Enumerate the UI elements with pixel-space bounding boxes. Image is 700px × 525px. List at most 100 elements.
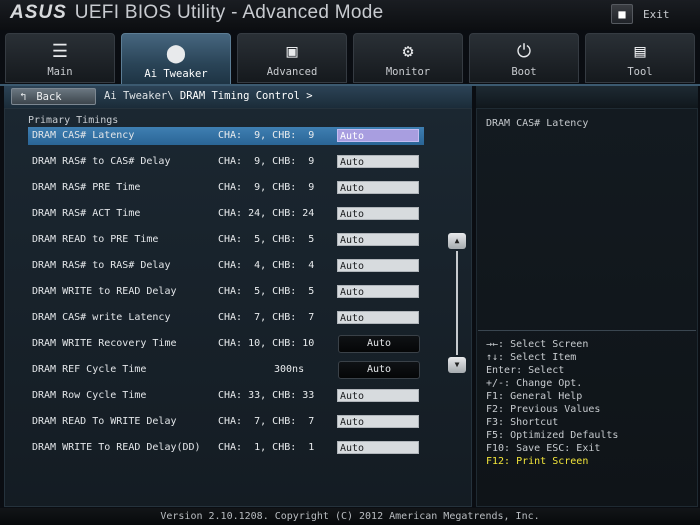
app-title: ASUS UEFI BIOS Utility - Advanced Mode (10, 2, 384, 24)
key-hint: F5: Optimized Defaults (486, 430, 619, 441)
key-hint: F1: General Help (486, 391, 583, 402)
setting-current-value: CHA: 33, CHB: 33 (218, 390, 315, 401)
scroll-down-button[interactable]: ▼ (448, 357, 466, 373)
setting-input[interactable]: Auto (337, 233, 419, 246)
setting-current-value: CHA: 10, CHB: 10 (218, 338, 315, 349)
help-divider (478, 330, 696, 331)
setting-row-write-to-read-dd[interactable]: DRAM WRITE To READ Delay(DD) CHA: 1, CHB… (28, 439, 424, 457)
window-title: UEFI BIOS Utility - Advanced Mode (74, 2, 384, 23)
setting-dropdown[interactable]: Auto (338, 361, 420, 379)
setting-current-value: CHA: 9, CHB: 9 (218, 182, 315, 193)
main-list-icon: ☰ (51, 41, 69, 62)
setting-row-read-to-write[interactable]: DRAM READ To WRITE Delay CHA: 7, CHB: 7 … (28, 413, 424, 431)
scrollbar-track[interactable] (456, 251, 458, 355)
setting-name: DRAM RAS# PRE Time (32, 182, 141, 193)
setting-name: DRAM READ To WRITE Delay (32, 416, 177, 427)
key-hint: Enter: Select (486, 365, 565, 376)
key-hint-print-screen: F12: Print Screen (486, 456, 589, 467)
back-arrow-icon: ↰ (20, 90, 27, 103)
exit-door-icon: ■ (611, 4, 633, 24)
key-legend: →←: Select Screen ↑↓: Select Item Enter:… (486, 338, 618, 468)
setting-name: DRAM RAS# to RAS# Delay (32, 260, 171, 271)
setting-row-ref-cycle[interactable]: DRAM REF Cycle Time 300ns Auto (28, 361, 424, 379)
key-hint: +/-: Change Opt. (486, 378, 583, 389)
setting-row-write-recovery[interactable]: DRAM WRITE Recovery Time CHA: 10, CHB: 1… (28, 335, 424, 353)
breadcrumb: Ai Tweaker\ DRAM Timing Control > (104, 90, 313, 102)
back-label: Back (36, 90, 62, 103)
asus-logo: ASUS (10, 2, 67, 23)
setting-input[interactable]: Auto (337, 207, 419, 220)
setting-input[interactable]: Auto (337, 441, 419, 454)
help-description: DRAM CAS# Latency (486, 118, 589, 129)
tab-ai-tweaker[interactable]: ⬤ Ai Tweaker (121, 33, 231, 85)
setting-current-value: CHA: 5, CHB: 5 (218, 286, 315, 297)
tool-icon: ▤ (634, 41, 646, 62)
exit-label: Exit (643, 7, 670, 21)
setting-name: DRAM WRITE Recovery Time (32, 338, 177, 349)
setting-row-ras-to-cas[interactable]: DRAM RAS# to CAS# Delay CHA: 9, CHB: 9 A… (28, 153, 424, 171)
setting-row-ras-to-ras[interactable]: DRAM RAS# to RAS# Delay CHA: 4, CHB: 4 A… (28, 257, 424, 275)
tab-monitor[interactable]: ⚙ Monitor (353, 33, 463, 83)
setting-input[interactable]: Auto (337, 155, 419, 168)
scroll-up-button[interactable]: ▲ (448, 233, 466, 249)
section-title: Primary Timings (28, 115, 119, 126)
setting-input[interactable]: Auto (337, 129, 419, 142)
setting-name: DRAM CAS# Latency (32, 130, 135, 141)
setting-current-value: CHA: 5, CHB: 5 (218, 234, 315, 245)
key-hint: F10: Save ESC: Exit (486, 443, 601, 454)
setting-row-ras-act[interactable]: DRAM RAS# ACT Time CHA: 24, CHB: 24 Auto (28, 205, 424, 223)
tab-label: Main (47, 66, 73, 78)
footer-version: Version 2.10.1208. Copyright (C) 2012 Am… (0, 508, 700, 525)
breadcrumb-bar: ↰ Back Ai Tweaker\ DRAM Timing Control > (4, 86, 472, 108)
key-hint: F2: Previous Values (486, 404, 601, 415)
breadcrumb-parent[interactable]: Ai Tweaker\ (104, 90, 174, 102)
setting-current-value: CHA: 4, CHB: 4 (218, 260, 315, 271)
power-icon: ⏻ (516, 41, 532, 62)
setting-input[interactable]: Auto (337, 285, 419, 298)
setting-row-cas-latency[interactable]: DRAM CAS# Latency CHA: 9, CHB: 9 Auto (28, 127, 424, 145)
setting-name: DRAM Row Cycle Time (32, 390, 147, 401)
tab-label: Tool (627, 66, 653, 78)
exit-button[interactable]: ■ Exit (611, 3, 691, 25)
setting-row-write-to-read[interactable]: DRAM WRITE to READ Delay CHA: 5, CHB: 5 … (28, 283, 424, 301)
tab-boot[interactable]: ⏻ Boot (469, 33, 579, 83)
setting-input[interactable]: Auto (337, 259, 419, 272)
tab-advanced[interactable]: ▣ Advanced (237, 33, 347, 83)
key-hint: F3: Shortcut (486, 417, 559, 428)
ai-tweaker-icon: ⬤ (165, 43, 187, 64)
setting-row-row-cycle[interactable]: DRAM Row Cycle Time CHA: 33, CHB: 33 Aut… (28, 387, 424, 405)
setting-row-ras-pre[interactable]: DRAM RAS# PRE Time CHA: 9, CHB: 9 Auto (28, 179, 424, 197)
scrollbar[interactable]: ▲ ▼ (448, 233, 466, 373)
setting-row-read-to-pre[interactable]: DRAM READ to PRE Time CHA: 5, CHB: 5 Aut… (28, 231, 424, 249)
tab-label: Boot (511, 66, 537, 78)
setting-name: DRAM CAS# write Latency (32, 312, 171, 323)
tab-label: Advanced (266, 66, 318, 78)
setting-current-value: CHA: 1, CHB: 1 (218, 442, 315, 453)
setting-current-value: CHA: 24, CHB: 24 (218, 208, 315, 219)
setting-dropdown[interactable]: Auto (338, 335, 420, 353)
setting-current-value: CHA: 9, CHB: 9 (218, 156, 315, 167)
tab-main[interactable]: ☰ Main (5, 33, 115, 83)
setting-name: DRAM READ to PRE Time (32, 234, 159, 245)
monitor-icon: ⚙ (402, 41, 414, 62)
setting-input[interactable]: Auto (337, 415, 419, 428)
help-header (476, 86, 698, 108)
setting-row-cas-write-latency[interactable]: DRAM CAS# write Latency CHA: 7, CHB: 7 A… (28, 309, 424, 327)
setting-input[interactable]: Auto (337, 181, 419, 194)
tab-tool[interactable]: ▤ Tool (585, 33, 695, 83)
setting-name: DRAM WRITE To READ Delay(DD) (32, 442, 201, 453)
setting-input[interactable]: Auto (337, 311, 419, 324)
triangle-up-icon: ▲ (454, 236, 460, 245)
back-button[interactable]: ↰ Back (11, 88, 96, 105)
setting-current-value: CHA: 7, CHB: 7 (218, 312, 315, 323)
breadcrumb-current: DRAM Timing Control > (179, 90, 313, 102)
setting-name: DRAM REF Cycle Time (32, 364, 147, 375)
setting-current-value: CHA: 9, CHB: 9 (218, 130, 315, 141)
setting-current-value: CHA: 7, CHB: 7 (218, 416, 315, 427)
main-tabs: ☰ Main ⬤ Ai Tweaker ▣ Advanced ⚙ Monitor… (0, 33, 700, 85)
setting-input[interactable]: Auto (337, 389, 419, 402)
tab-label: Monitor (385, 66, 431, 78)
key-hint: →←: Select Screen (486, 339, 589, 350)
setting-name: DRAM RAS# ACT Time (32, 208, 141, 219)
triangle-down-icon: ▼ (454, 360, 460, 369)
